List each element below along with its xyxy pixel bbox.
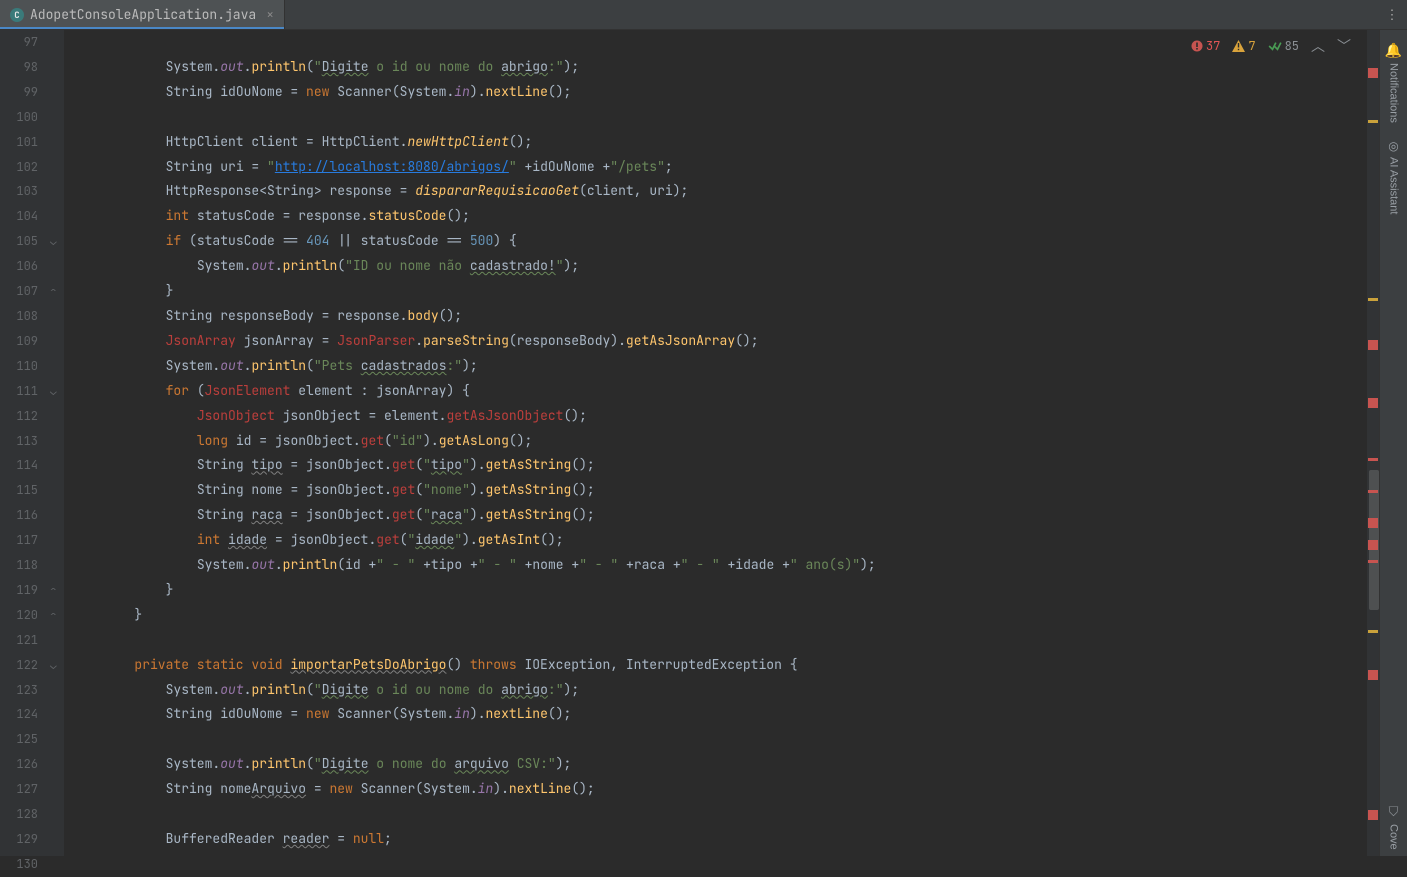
check-icon: [1268, 41, 1282, 51]
editor-tab[interactable]: C AdopetConsoleApplication.java ×: [0, 0, 285, 29]
fold-gutter[interactable]: ⌄⌃⌄⌃⌃⌄: [48, 30, 64, 856]
tab-filename: AdopetConsoleApplication.java: [30, 6, 256, 23]
weak-warning-count[interactable]: 85: [1268, 38, 1299, 54]
tab-bar: C AdopetConsoleApplication.java × ⋮: [0, 0, 1407, 30]
tab-menu-icon[interactable]: ⋮: [1377, 0, 1407, 29]
inspections-widget[interactable]: 37 7 85 ︿ ﹀: [1191, 36, 1351, 56]
ai-assistant-tool[interactable]: ◎ AI Assistant: [1388, 133, 1400, 220]
right-toolwindow-bar: 🔔 Notifications ◎ AI Assistant ⛉ Cove: [1379, 30, 1407, 856]
error-icon: [1191, 40, 1203, 52]
notifications-tool[interactable]: 🔔 Notifications: [1385, 36, 1402, 129]
tab-spacer: [285, 0, 1377, 29]
ai-icon: ◎: [1388, 139, 1398, 153]
shield-icon: ⛉: [1389, 804, 1399, 820]
warning-icon: [1232, 40, 1245, 52]
error-stripe[interactable]: [1367, 30, 1379, 856]
class-icon: C: [10, 8, 24, 22]
coverage-tool[interactable]: ⛉ Cove: [1388, 798, 1400, 856]
code-content[interactable]: System.out.println("Digite o id ou nome …: [64, 30, 1367, 856]
warning-count[interactable]: 7: [1232, 38, 1255, 54]
bell-icon: 🔔: [1385, 42, 1402, 59]
line-number-gutter[interactable]: 9798991001011021031041051061071081091101…: [0, 30, 48, 856]
chevron-up-icon[interactable]: ︿: [1311, 36, 1325, 56]
close-icon[interactable]: ×: [266, 6, 274, 23]
error-count[interactable]: 37: [1191, 38, 1220, 54]
chevron-down-icon[interactable]: ﹀: [1337, 36, 1351, 56]
editor-area: 9798991001011021031041051061071081091101…: [0, 30, 1407, 856]
